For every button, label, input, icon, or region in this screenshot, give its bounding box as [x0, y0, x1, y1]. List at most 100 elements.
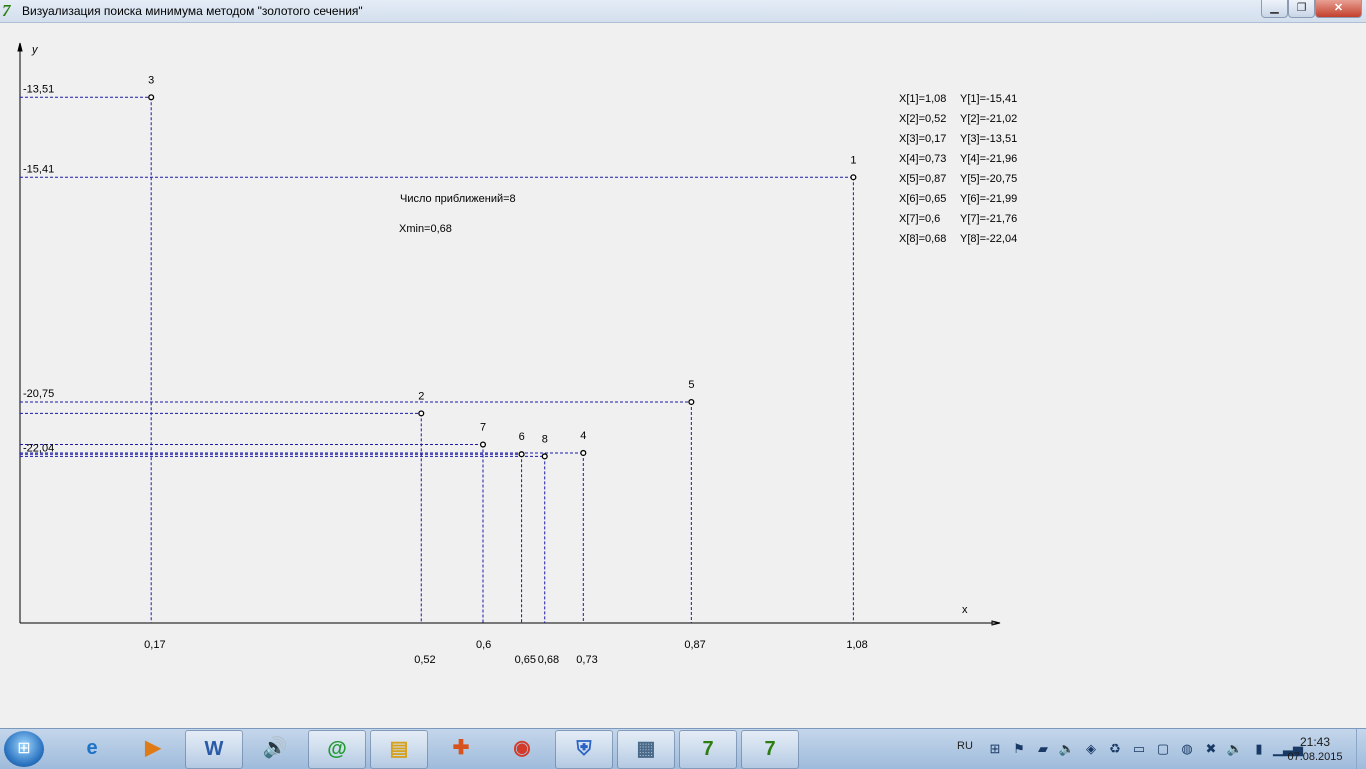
start-button[interactable]: ⊞	[4, 731, 44, 767]
point-number-label: 7	[480, 422, 486, 434]
taskbar-button-speaker-app[interactable]: 🔊	[246, 730, 304, 767]
usb-tray-icon[interactable]: ▮	[1249, 739, 1269, 759]
legend-x-value: X[3]=0,17	[899, 133, 946, 145]
point-number-label: 6	[519, 431, 525, 443]
point-marker	[479, 441, 487, 448]
file-explorer-icon: ▤	[389, 738, 409, 760]
x-tick-label: 0,6	[476, 639, 491, 651]
network-adapter-tray-icon[interactable]: ◈	[1081, 739, 1101, 759]
delphi-ide-icon: 7	[702, 738, 714, 760]
taskbar-button-file-explorer[interactable]: ▤	[370, 730, 428, 769]
point-marker	[688, 398, 695, 406]
system-tray: ⊞ ⚑ ▰ 🔈 ◈ ♻ ▭ ▢ ◍ ✖ 🔉 ▮ ▁▃▅	[985, 739, 1303, 759]
speaker-app-icon: 🔊	[262, 737, 288, 759]
golden-section-plot: x y 1 2 3 4 5 6 7 8 0,17 0,52 0,6 0,65 0,68 0,73 0,87…	[17, 42, 1017, 666]
legend-y-value: Y[2]=-21,02	[960, 113, 1017, 125]
point-marker	[418, 410, 425, 417]
volume-tray-icon[interactable]: 🔈	[1057, 739, 1077, 759]
legend-y-value: Y[6]=-21,99	[960, 193, 1017, 205]
blocked-tray-icon[interactable]: ✖	[1201, 739, 1221, 759]
language-indicator[interactable]: RU	[957, 740, 973, 752]
maximize-button[interactable]: ❐	[1288, 0, 1315, 18]
taskbar-button-puzzle-app[interactable]: ✚	[432, 730, 490, 767]
point-number-label: 5	[688, 379, 694, 391]
x-tick-label: 0,87	[684, 639, 705, 651]
calculator-icon: ▦	[636, 738, 656, 760]
y-axis-label: y	[31, 44, 39, 56]
point-number-label: 2	[418, 390, 424, 402]
delphi-app-icon: 7	[764, 738, 776, 760]
taskbar-button-mail-agent[interactable]: @	[308, 730, 366, 769]
clock-date[interactable]: 07.08.2015	[1283, 751, 1347, 763]
legend-x-value: X[1]=1,08	[899, 93, 946, 105]
iterations-annotation: Число приближений=8	[400, 193, 516, 205]
clock-time[interactable]: 21:43	[1295, 735, 1335, 749]
display-tray-icon[interactable]: ▭	[1129, 739, 1149, 759]
hardware-tray-icon[interactable]: ▰	[1033, 739, 1053, 759]
legend-x-value: X[2]=0,52	[899, 113, 946, 125]
taskbar-button-calculator[interactable]: ▦	[617, 730, 675, 769]
point-number-label: 1	[850, 154, 856, 166]
x-tick-label: 1,08	[846, 639, 867, 651]
x-tick-label: 0,65	[515, 654, 536, 666]
legend-y-value: Y[1]=-15,41	[960, 93, 1017, 105]
close-button[interactable]: ✕	[1315, 0, 1362, 18]
mail-agent-icon: @	[327, 738, 347, 760]
legend-x-value: X[7]=0,6	[899, 213, 940, 225]
point-number-label: 3	[148, 74, 154, 86]
windows-logo-icon: ⊞	[17, 740, 31, 757]
taskbar-button-media-player[interactable]: ▶	[124, 730, 182, 767]
point-marker	[541, 453, 548, 460]
legend-y-value: Y[3]=-13,51	[960, 133, 1017, 145]
point-marker	[580, 449, 587, 457]
y-axis-arrow-icon	[17, 42, 23, 52]
windows-flag-tray-icon[interactable]: ⊞	[985, 739, 1005, 759]
monitor-tray-icon[interactable]: ▢	[1153, 739, 1173, 759]
legend-x-value: X[6]=0,65	[899, 193, 946, 205]
legend-y-value: Y[5]=-20,75	[960, 173, 1017, 185]
taskbar-button-security-shield[interactable]: ⛨	[555, 730, 613, 769]
ie-icon: e	[86, 737, 98, 759]
puzzle-app-icon: ✚	[452, 737, 470, 759]
x-axis-label: x	[962, 604, 968, 616]
point-number-label: 8	[542, 433, 548, 445]
y-tick-label: -13,51	[23, 83, 54, 95]
legend-x-value: X[4]=0,73	[899, 153, 946, 165]
sync-tray-icon[interactable]: ♻	[1105, 739, 1125, 759]
show-desktop-button[interactable]	[1356, 729, 1366, 769]
point-number-label: 4	[580, 430, 586, 442]
legend-x-value: X[5]=0,87	[899, 173, 946, 185]
y-tick-label: -20,75	[23, 388, 54, 400]
chrome-icon: ◉	[513, 737, 531, 759]
x-tick-label: 0,73	[576, 654, 597, 666]
x-tick-label: 0,17	[144, 639, 165, 651]
points-legend: X[1]=1,08 Y[1]=-15,41 X[2]=0,52 Y[2]=-21,02…	[899, 93, 1017, 245]
xmin-annotation: Xmin=0,68	[399, 223, 452, 235]
legend-y-value: Y[4]=-21,96	[960, 153, 1017, 165]
taskbar-button-delphi-ide[interactable]: 7	[679, 730, 737, 769]
taskbar-button-ie[interactable]: e	[63, 730, 121, 767]
security-shield-icon: ⛨	[576, 738, 592, 760]
taskbar-button-chrome[interactable]: ◉	[493, 730, 551, 767]
legend-y-value: Y[7]=-21,76	[960, 213, 1017, 225]
window-title: Визуализация поиска минимума методом "зо…	[22, 4, 363, 18]
x-tick-label: 0,68	[538, 654, 559, 666]
y-tick-label: -15,41	[23, 163, 54, 175]
antivirus-tray-icon[interactable]: ◍	[1177, 739, 1197, 759]
legend-x-value: X[8]=0,68	[899, 233, 946, 245]
point-marker	[850, 174, 857, 181]
point-marker	[148, 94, 155, 101]
axes: x y	[17, 42, 1001, 626]
taskbar: ⊞ e ▶ W 🔊 @ ▤ ✚ ◉ ⛨ ▦ 7 7 RU ⊞ ⚑ ▰ 🔈 ◈ ♻ ▭ ▢ ◍ ✖ 🔉 ▮ ▁▃▅ 21:43 …	[0, 728, 1366, 769]
minimize-button[interactable]: ▁	[1261, 0, 1288, 18]
app-icon[interactable]: 7	[2, 2, 18, 20]
taskbar-button-word[interactable]: W	[185, 730, 243, 769]
window-title-bar[interactable]: 7 Визуализация поиска минимума методом "…	[0, 0, 1366, 23]
y-tick-label: -22,04	[23, 442, 54, 454]
action-center-flag-icon[interactable]: ⚑	[1009, 739, 1029, 759]
speaker-tray-icon[interactable]: 🔉	[1225, 739, 1245, 759]
x-tick-label: 0,52	[414, 654, 435, 666]
taskbar-button-delphi-app[interactable]: 7	[741, 730, 799, 769]
media-player-icon: ▶	[145, 737, 161, 759]
legend-y-value: Y[8]=-22,04	[960, 233, 1017, 245]
